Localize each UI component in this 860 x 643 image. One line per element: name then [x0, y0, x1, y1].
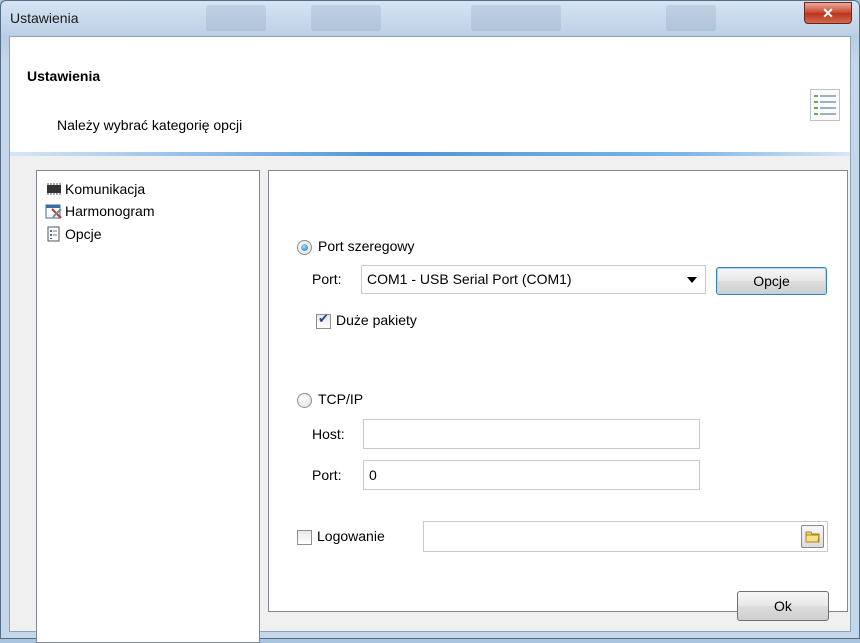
background-ghost	[666, 5, 716, 31]
browse-button[interactable]	[801, 525, 824, 548]
tree-item-label: Komunikacja	[65, 181, 146, 197]
communication-panel: Port szeregowy Port: COM1 - USB Serial P…	[268, 170, 848, 612]
dialog-header: Ustawienia Należy wybrać kategorię opcji	[10, 37, 850, 152]
logging-checkbox[interactable]	[297, 530, 312, 545]
serial-port-radio[interactable]	[297, 240, 312, 255]
serial-port-label[interactable]: Port szeregowy	[318, 238, 414, 254]
host-label: Host:	[312, 426, 345, 442]
tree-item-opcje[interactable]: Opcje	[45, 224, 102, 244]
background-ghost	[206, 5, 266, 31]
tcp-ip-label[interactable]: TCP/IP	[318, 391, 363, 407]
close-icon: ✕	[822, 5, 834, 21]
tree-item-komunikacja[interactable]: Komunikacja	[45, 179, 145, 199]
tree-item-label: Opcje	[65, 226, 102, 242]
header-subtitle: Należy wybrać kategorię opcji	[57, 117, 243, 133]
title-bar[interactable]: Ustawienia ✕	[1, 1, 859, 35]
window-title: Ustawienia	[10, 10, 79, 26]
tree-item-harmonogram[interactable]: Harmonogram	[45, 201, 154, 221]
tcp-ip-radio[interactable]	[297, 393, 312, 408]
host-input[interactable]	[363, 419, 700, 449]
big-packets-checkbox[interactable]	[316, 312, 331, 329]
calendar-tools-icon	[45, 203, 63, 219]
settings-window: Ustawienia ✕ Ustawienia Należy wybrać ka…	[0, 0, 860, 643]
header-title: Ustawienia	[27, 68, 101, 84]
big-packets-label[interactable]: Duże pakiety	[336, 312, 417, 328]
chevron-down-icon	[687, 277, 697, 283]
logging-label[interactable]: Logowanie	[317, 528, 385, 544]
document-options-icon	[45, 226, 63, 242]
tcp-port-input[interactable]: 0	[363, 460, 700, 490]
header-accent-line	[10, 152, 850, 156]
checklist-icon	[810, 89, 840, 121]
serial-options-button[interactable]: Opcje	[716, 267, 827, 295]
ok-button[interactable]: Ok	[737, 591, 829, 621]
background-ghost	[311, 5, 381, 31]
category-tree[interactable]: Komunikacja Harmonogram Opcje	[36, 170, 260, 643]
tree-item-label: Harmonogram	[65, 203, 155, 219]
serial-port-field-label: Port:	[312, 271, 342, 287]
dialog-client-area: Ustawienia Należy wybrać kategorię opcji	[9, 36, 851, 643]
background-ghost	[471, 5, 561, 31]
folder-icon	[805, 531, 820, 543]
log-path-input[interactable]	[423, 521, 828, 552]
serial-port-dropdown[interactable]: COM1 - USB Serial Port (COM1)	[361, 265, 706, 294]
tcp-port-label: Port:	[312, 467, 342, 483]
close-button[interactable]: ✕	[804, 2, 852, 24]
chip-icon	[45, 181, 63, 197]
serial-port-value: COM1 - USB Serial Port (COM1)	[367, 271, 572, 287]
tcp-port-value: 0	[369, 467, 377, 483]
